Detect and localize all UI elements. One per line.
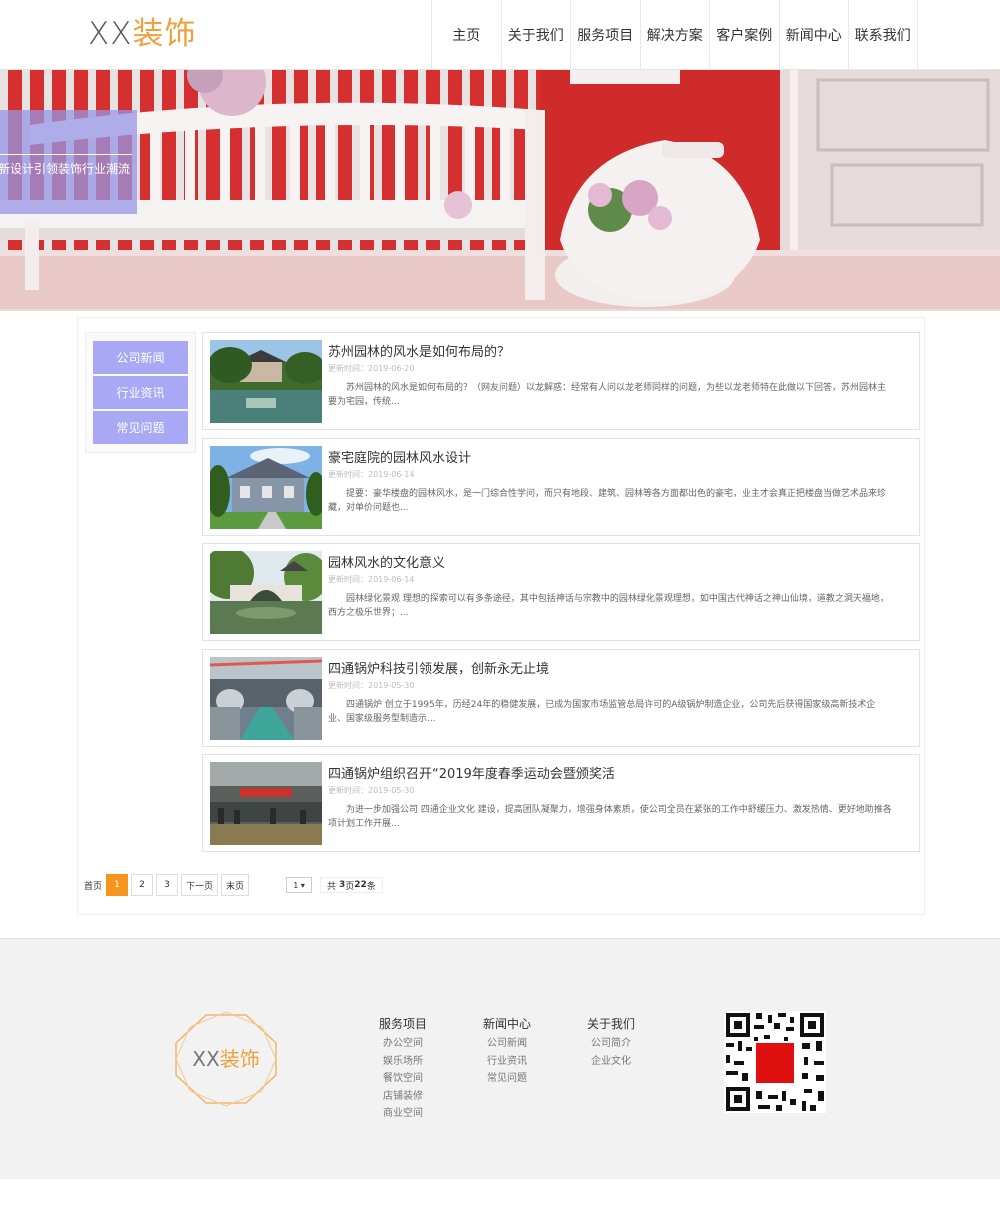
article-title[interactable]: 四通锅炉科技引领发展，创新永无止境 bbox=[328, 658, 549, 677]
footer-logo-name: 装饰 bbox=[219, 1047, 260, 1071]
main-content: 公司新闻 行业资讯 常见问题 苏州园林的风水是如何布局的？ 更新时间：2019-… bbox=[77, 317, 925, 915]
article-excerpt: 为进一步加强公司 四通企业文化 建设，提高团队凝聚力，增强身体素质，使公司全员在… bbox=[328, 805, 892, 829]
nav-about[interactable]: 关于我们 bbox=[500, 0, 571, 69]
footer-link[interactable]: 常见问题 bbox=[481, 1070, 533, 1088]
footer-logo: XX装饰 bbox=[172, 1011, 280, 1111]
article-date: 更新时间：2019-05-30 bbox=[328, 680, 415, 690]
nav-home[interactable]: 主页 bbox=[431, 0, 501, 69]
pager-page-2[interactable]: 2 bbox=[131, 874, 154, 896]
footer-link[interactable]: 店铺装修 bbox=[377, 1088, 429, 1106]
total-prefix: 共 bbox=[327, 881, 337, 892]
footer-col-news: 新闻中心 公司新闻 行业资讯 常见问题 bbox=[481, 1015, 533, 1088]
article-card[interactable]: 苏州园林的风水是如何布局的？ 更新时间：2019-06-20 苏州园林的风水是如… bbox=[202, 332, 920, 430]
article-card[interactable]: 豪宅庭院的园林风水设计 更新时间：2019-06-14 提要：豪华楼盘的园林风水… bbox=[202, 437, 920, 536]
article-card[interactable]: 四通锅炉组织召开“2019年度春季运动会暨颁奖活 更新时间：2019-05-30… bbox=[202, 754, 920, 852]
footer-heading: 服务项目 bbox=[378, 1017, 427, 1031]
article-excerpt: 苏州园林的风水是如何布局的？（网友问题）以龙解惑：经常有人问以龙老师同样的问题，… bbox=[328, 383, 887, 407]
article-excerpt: 园林绿化景观 理想的探索可以有多条途径，其中包括神话与宗教中的园林绿化景观理想，… bbox=[328, 594, 889, 618]
article-excerpt: 四通锅炉 创立于1995年，历经24年的稳健发展，已成为国家市场监管总局许可的A… bbox=[328, 699, 876, 724]
footer-link[interactable]: 公司新闻 bbox=[481, 1035, 533, 1053]
footer-link[interactable]: 办公空间 bbox=[377, 1035, 429, 1053]
footer-link[interactable]: 娱乐场所 bbox=[377, 1053, 429, 1071]
pager-page-1[interactable]: 1 bbox=[106, 874, 129, 896]
nav-contact[interactable]: 联系我们 bbox=[848, 0, 918, 69]
logo-name: 装饰 bbox=[132, 16, 197, 52]
footer-heading: 关于我们 bbox=[586, 1017, 635, 1031]
footer-logo-text: XX装饰 bbox=[172, 1043, 280, 1072]
article-title[interactable]: 苏州园林的风水是如何布局的？ bbox=[328, 341, 510, 360]
total-suffix: 条 bbox=[366, 881, 376, 892]
banner-slogan: 新设计引领装饰行业潮流 bbox=[0, 162, 131, 176]
main-nav: 主页 关于我们 服务项目 解决方案 客户案例 新闻中心 联系我们 bbox=[431, 0, 918, 69]
banner-divider bbox=[0, 154, 132, 155]
footer-link[interactable]: 企业文化 bbox=[585, 1053, 637, 1071]
pager-select-value: 1 bbox=[293, 880, 299, 890]
article-card[interactable]: 园林风水的文化意义 更新时间：2019-06-14 园林绿化景观 理想的探索可以… bbox=[202, 543, 920, 641]
article-date: 更新时间：2019-05-30 bbox=[328, 786, 415, 795]
footer-link[interactable]: 商业空间 bbox=[377, 1105, 429, 1123]
site-header: XX装饰 主页 关于我们 服务项目 解决方案 客户案例 新闻中心 联系我们 bbox=[0, 0, 1000, 70]
pager-last[interactable]: 末页 bbox=[221, 874, 250, 896]
footer-col-services: 服务项目 办公空间 娱乐场所 餐饮空间 店铺装修 商业空间 bbox=[377, 1015, 429, 1123]
nav-news[interactable]: 新闻中心 bbox=[778, 0, 849, 69]
article-thumbnail[interactable] bbox=[210, 762, 322, 845]
footer-logo-xx: XX bbox=[192, 1047, 220, 1071]
site-logo[interactable]: XX装饰 bbox=[88, 14, 196, 54]
category-sidebar: 公司新闻 行业资讯 常见问题 bbox=[85, 332, 196, 453]
article-date: 更新时间：2019-06-20 bbox=[328, 364, 415, 373]
footer-col-about: 关于我们 公司简介 企业文化 bbox=[585, 1015, 637, 1070]
pagination: 首页 1 2 3 下一页 末页 1 ▾ 共 3 页 22 条 bbox=[84, 874, 383, 896]
sidebar-item-company-news[interactable]: 公司新闻 bbox=[93, 341, 188, 374]
chevron-down-icon: ▾ bbox=[300, 880, 305, 890]
article-title[interactable]: 豪宅庭院的园林风水设计 bbox=[328, 447, 471, 466]
pager-page-select[interactable]: 1 ▾ bbox=[286, 877, 313, 893]
pager-total: 共 3 页 22 条 bbox=[320, 877, 383, 893]
sidebar-item-faq[interactable]: 常见问题 bbox=[93, 411, 188, 444]
pager-first[interactable]: 首页 bbox=[84, 879, 102, 892]
article-thumbnail[interactable] bbox=[210, 656, 322, 740]
hero-banner: 新设计引领装饰行业潮流 bbox=[0, 70, 1000, 311]
banner-image bbox=[0, 70, 1000, 309]
qr-code bbox=[724, 1011, 826, 1117]
pager-page-3[interactable]: 3 bbox=[156, 874, 179, 896]
article-card[interactable]: 四通锅炉科技引领发展，创新永无止境 更新时间：2019-05-30 四通锅炉 创… bbox=[202, 648, 920, 747]
nav-solutions[interactable]: 解决方案 bbox=[639, 0, 710, 69]
footer-heading: 新闻中心 bbox=[482, 1017, 531, 1031]
footer-link[interactable]: 公司简介 bbox=[585, 1035, 637, 1053]
article-thumbnail[interactable] bbox=[210, 445, 322, 529]
sidebar-item-industry-news[interactable]: 行业资讯 bbox=[93, 376, 188, 409]
article-date: 更新时间：2019-06-14 bbox=[328, 469, 415, 479]
article-title[interactable]: 四通锅炉组织召开“2019年度春季运动会暨颁奖活 bbox=[328, 763, 615, 782]
logo-xx: XX bbox=[88, 16, 133, 52]
pager-next[interactable]: 下一页 bbox=[181, 874, 219, 896]
footer-link[interactable]: 行业资讯 bbox=[481, 1053, 533, 1071]
article-thumbnail[interactable] bbox=[210, 340, 322, 423]
article-title[interactable]: 园林风水的文化意义 bbox=[328, 552, 445, 571]
article-excerpt: 提要：豪华楼盘的园林风水，是一门综合性学问，而只有地段、建筑、园林等各方面都出色… bbox=[328, 488, 887, 513]
article-list: 苏州园林的风水是如何布局的？ 更新时间：2019-06-20 苏州园林的风水是如… bbox=[202, 332, 920, 860]
nav-services[interactable]: 服务项目 bbox=[570, 0, 640, 69]
article-thumbnail[interactable] bbox=[210, 551, 322, 634]
total-items: 22 bbox=[354, 880, 367, 890]
footer-link[interactable]: 餐饮空间 bbox=[377, 1070, 429, 1088]
article-date: 更新时间：2019-06-14 bbox=[328, 575, 415, 584]
total-mid: 页 bbox=[345, 881, 355, 892]
site-footer: XX装饰 服务项目 办公空间 娱乐场所 餐饮空间 店铺装修 商业空间 新闻中心 … bbox=[0, 938, 1000, 1179]
nav-cases[interactable]: 客户案例 bbox=[709, 0, 779, 69]
